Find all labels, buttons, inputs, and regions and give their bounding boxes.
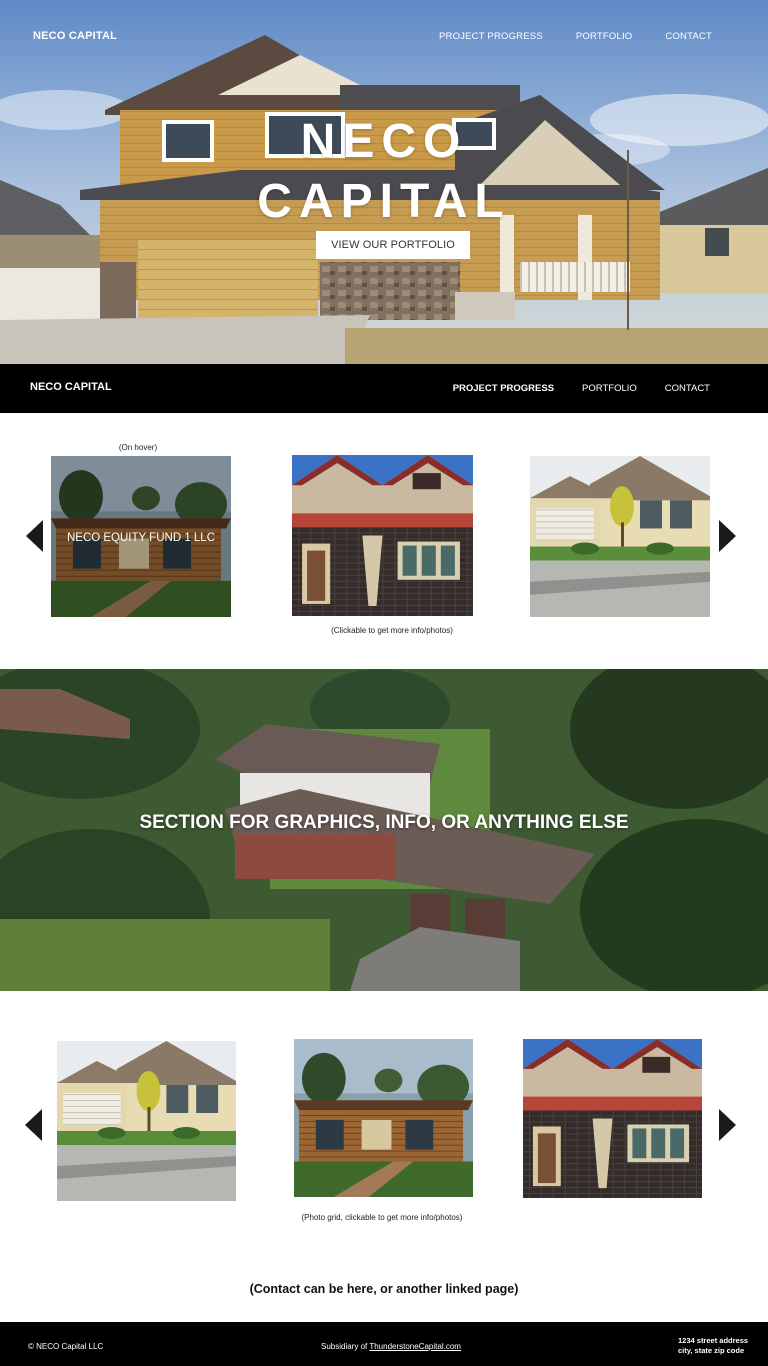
- navbar-item-portfolio[interactable]: PORTFOLIO: [582, 383, 637, 394]
- carousel1-photo-1[interactable]: NECO EQUITY FUND 1 LLC: [51, 456, 231, 617]
- carousel2-next-arrow-icon[interactable]: [719, 1109, 736, 1141]
- footer-address-line1: 1234 street address: [678, 1336, 749, 1345]
- view-portfolio-button[interactable]: VIEW OUR PORTFOLIO: [316, 231, 470, 259]
- sticky-navbar: NECO CAPITAL PROJECT PROGRESS PORTFOLIO …: [0, 364, 768, 413]
- hero-nav-project-progress[interactable]: PROJECT PROGRESS: [439, 31, 543, 42]
- tudor-brick-bungalow-image: [523, 1039, 702, 1198]
- hero-title-line2: CAPITAL: [257, 175, 511, 228]
- banner-heading: SECTION FOR GRAPHICS, INFO, OR ANYTHING …: [139, 812, 629, 833]
- hero-nav: NECO CAPITAL PROJECT PROGRESS PORTFOLIO …: [0, 30, 768, 44]
- carousel2-photo-1[interactable]: [57, 1041, 236, 1201]
- hero-brand-logo[interactable]: NECO CAPITAL: [33, 30, 117, 42]
- carousel1-photo-3[interactable]: [530, 456, 710, 617]
- hero-title: NECO CAPITAL: [0, 112, 768, 232]
- footer: © NECO Capital LLC Subsidiary of Thunder…: [0, 1322, 768, 1366]
- carousel2-photo-3[interactable]: [523, 1039, 702, 1198]
- carousel1-caption: (Clickable to get more info/photos): [331, 626, 453, 635]
- hero-nav-links: PROJECT PROGRESS PORTFOLIO CONTACT: [439, 31, 712, 42]
- hero-title-line1: NECO: [300, 115, 468, 168]
- carousel1-next-arrow-icon[interactable]: [719, 520, 736, 552]
- carousel2-prev-arrow-icon[interactable]: [25, 1109, 42, 1141]
- beige-cottage-house-image: [57, 1041, 236, 1201]
- navbar-item-contact[interactable]: CONTACT: [665, 383, 710, 394]
- modern-ranch-house-image: [294, 1039, 473, 1197]
- hero-nav-portfolio[interactable]: PORTFOLIO: [576, 31, 633, 42]
- hero-nav-contact[interactable]: CONTACT: [665, 31, 712, 42]
- navbar-item-project-progress[interactable]: PROJECT PROGRESS: [453, 383, 554, 394]
- carousel1-prev-arrow-icon[interactable]: [26, 520, 43, 552]
- tudor-brick-bungalow-image: [292, 455, 473, 616]
- footer-subsidiary: Subsidiary of ThunderstoneCapital.com: [321, 1342, 461, 1351]
- navbar-brand-logo[interactable]: NECO CAPITAL: [30, 381, 112, 393]
- footer-address-line2: city, state zip code: [678, 1346, 745, 1355]
- hover-note: (On hover): [118, 443, 158, 452]
- carousel1-photo-2[interactable]: [292, 455, 473, 616]
- carousel2-photo-2[interactable]: [294, 1039, 473, 1197]
- footer-subsidiary-prefix: Subsidiary of: [321, 1342, 370, 1351]
- hover-fund-label: NECO EQUITY FUND 1 LLC: [66, 532, 216, 544]
- carousel2-caption: (Photo grid, clickable to get more info/…: [301, 1213, 463, 1222]
- navbar-links: PROJECT PROGRESS PORTFOLIO CONTACT: [453, 383, 710, 394]
- footer-address: 1234 street address city, state zip code: [678, 1336, 748, 1356]
- hero-section: NECO CAPITAL PROJECT PROGRESS PORTFOLIO …: [0, 0, 768, 364]
- footer-copyright: © NECO Capital LLC: [28, 1342, 104, 1351]
- beige-cottage-house-image: [530, 456, 710, 617]
- contact-placeholder: (Contact can be here, or another linked …: [249, 1282, 519, 1296]
- thunderstone-link[interactable]: ThunderstoneCapital.com: [369, 1342, 461, 1351]
